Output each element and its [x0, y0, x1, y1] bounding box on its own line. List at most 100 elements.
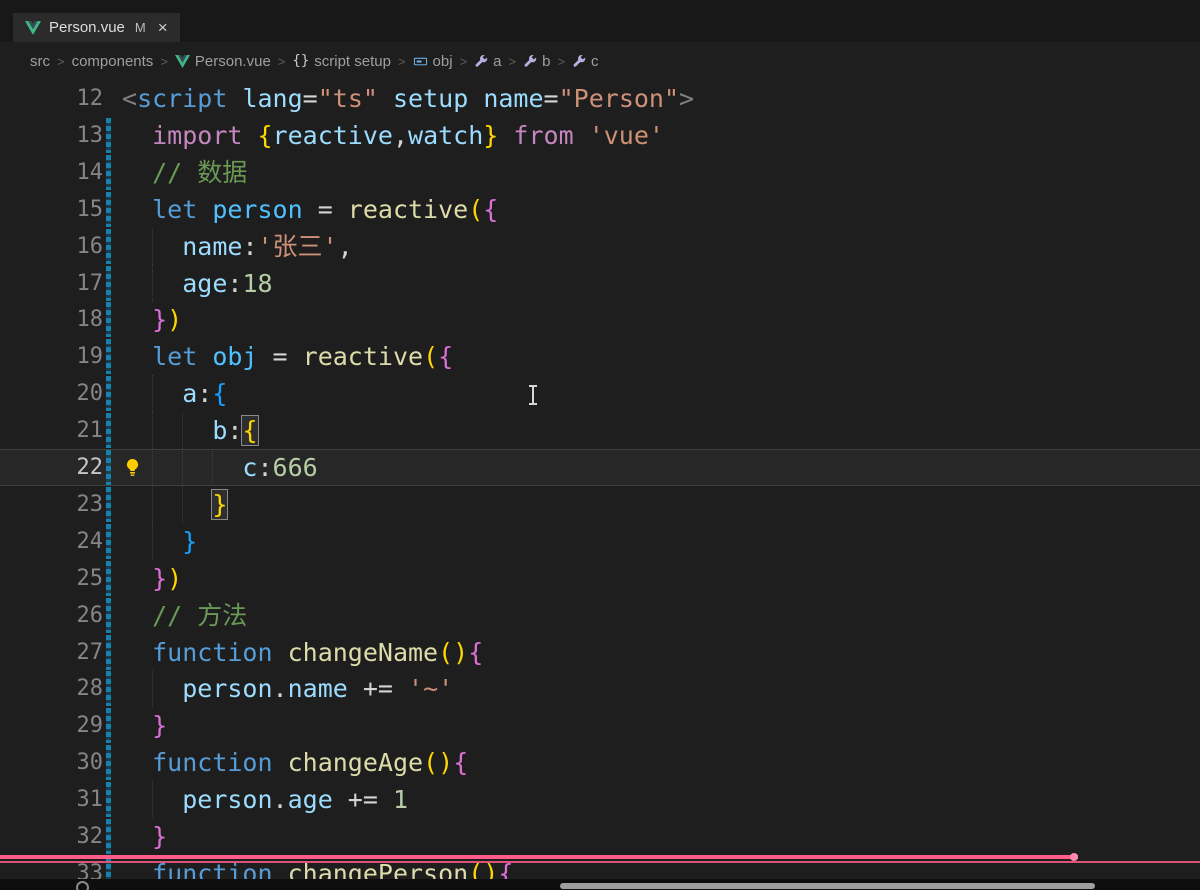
code-line-32[interactable]: 32 } — [0, 818, 1200, 855]
git-modified-indicator — [106, 450, 111, 485]
breadcrumb-item-obj[interactable]: obj — [413, 53, 453, 70]
code-line-14[interactable]: 14 // 数据 — [0, 154, 1200, 191]
code-token: { — [257, 120, 273, 150]
breadcrumb-item-person-vue[interactable]: Person.vue — [174, 53, 271, 70]
line-number[interactable]: 16 — [0, 228, 104, 265]
tab-person-vue[interactable]: Person.vue M × — [13, 13, 180, 42]
breadcrumb-separator-icon: > — [57, 53, 65, 69]
code-line-27[interactable]: 27 function changeName(){ — [0, 634, 1200, 671]
code-line-29[interactable]: 29 } — [0, 707, 1200, 744]
code-token: // 数据 — [152, 157, 248, 187]
code-line-17[interactable]: 17 age:18 — [0, 264, 1200, 302]
line-number[interactable]: 12 — [0, 80, 104, 117]
code-text: } — [122, 818, 167, 855]
code-text: let obj = reactive({ — [122, 338, 453, 375]
code-line-21[interactable]: 21 b:{ — [0, 412, 1200, 450]
git-modified-indicator — [106, 413, 111, 449]
line-number[interactable]: 13 — [0, 117, 104, 154]
breadcrumb-label: script setup — [314, 52, 391, 70]
breadcrumb-label: components — [71, 52, 154, 70]
code-token: = — [302, 194, 348, 224]
code-line-28[interactable]: 28 person.name += '~' — [0, 670, 1200, 708]
braces-icon: {} — [292, 53, 310, 69]
symbol-property-icon — [474, 54, 488, 68]
code-line-26[interactable]: 26 // 方法 — [0, 597, 1200, 634]
code-token: } — [211, 488, 229, 520]
symbol-property-icon — [572, 54, 586, 68]
code-line-20[interactable]: 20 a:{ — [0, 375, 1200, 413]
code-line-18[interactable]: 18 }) — [0, 301, 1200, 338]
tab-bar: Person.vue M × — [0, 0, 1200, 42]
line-number[interactable]: 29 — [0, 707, 104, 744]
editor[interactable]: 12 <script lang="ts" setup name="Person">… — [0, 80, 1200, 890]
symbol-variable-icon — [413, 54, 428, 69]
line-number[interactable]: 28 — [0, 670, 104, 707]
code-line-24[interactable]: 24 } — [0, 522, 1200, 560]
code-text: function changeName(){ — [122, 634, 483, 671]
code-line-30[interactable]: 30 function changeAge(){ — [0, 744, 1200, 781]
git-modified-indicator — [106, 154, 111, 190]
code-line-13[interactable]: 13 import {reactive,watch} from 'vue' — [0, 117, 1200, 154]
code-token: } — [182, 526, 198, 556]
code-line-15[interactable]: 15 let person = reactive({ — [0, 191, 1200, 228]
line-number[interactable]: 30 — [0, 744, 104, 781]
breadcrumb-item-script-setup[interactable]: {} script setup — [292, 53, 391, 70]
code-token: { — [438, 342, 454, 372]
line-number[interactable]: 31 — [0, 781, 104, 818]
code-token: changeAge — [287, 748, 424, 778]
breadcrumb-item-a[interactable]: a — [474, 53, 502, 70]
code-token: age — [182, 268, 228, 298]
line-number[interactable]: 24 — [0, 523, 104, 560]
tab-close-icon[interactable]: × — [158, 19, 168, 36]
code-token: ( — [423, 748, 439, 778]
code-token: script — [137, 84, 228, 113]
code-token: += — [347, 674, 409, 704]
line-number[interactable]: 17 — [0, 265, 104, 302]
lightbulb-icon[interactable] — [124, 458, 141, 481]
line-number[interactable]: 15 — [0, 191, 104, 228]
line-number[interactable]: 19 — [0, 338, 104, 375]
breadcrumb-separator-icon: > — [397, 53, 406, 69]
breadcrumb-item-c[interactable]: c — [572, 53, 599, 70]
code-token: reactive — [347, 194, 469, 224]
line-number[interactable]: 25 — [0, 560, 104, 597]
git-modified-indicator — [106, 671, 111, 707]
line-number[interactable]: 27 — [0, 634, 104, 671]
breadcrumb-item-components[interactable]: components — [72, 53, 154, 70]
line-number[interactable]: 14 — [0, 154, 104, 191]
seek-bar[interactable] — [560, 883, 1095, 889]
code-line-23[interactable]: 23 } — [0, 485, 1200, 523]
code-line-22[interactable]: 22 c:666 — [0, 449, 1200, 486]
code-line-25[interactable]: 25 }) — [0, 560, 1200, 597]
code-text: c:666 — [122, 449, 317, 486]
breadcrumb-item-b[interactable]: b — [523, 53, 550, 70]
line-number[interactable]: 32 — [0, 818, 104, 855]
line-number[interactable]: 21 — [0, 412, 104, 449]
code-token: } — [483, 120, 499, 150]
code-line-12[interactable]: 12 <script lang="ts" setup name="Person"> — [0, 80, 1200, 117]
player-button-icon[interactable] — [76, 881, 89, 890]
code-token: reactive — [302, 342, 424, 372]
code-token: "Person" — [558, 84, 680, 113]
line-number[interactable]: 26 — [0, 597, 104, 634]
line-number[interactable]: 22 — [0, 449, 104, 486]
code-text: // 数据 — [122, 154, 247, 191]
code-token: ) — [438, 748, 454, 778]
line-number[interactable]: 18 — [0, 301, 104, 338]
code-token: , — [337, 231, 353, 261]
vue-icon — [25, 20, 41, 35]
breadcrumb-item-src[interactable]: src — [30, 53, 50, 70]
code-token: name — [287, 674, 348, 704]
code-line-31[interactable]: 31 person.age += 1 — [0, 781, 1200, 819]
line-number[interactable]: 23 — [0, 486, 104, 523]
line-number[interactable]: 20 — [0, 375, 104, 412]
code-line-19[interactable]: 19 let obj = reactive({ — [0, 338, 1200, 375]
code-token: : — [242, 231, 258, 261]
code-line-16[interactable]: 16 name:'张三', — [0, 227, 1200, 265]
git-modified-indicator — [106, 376, 111, 412]
